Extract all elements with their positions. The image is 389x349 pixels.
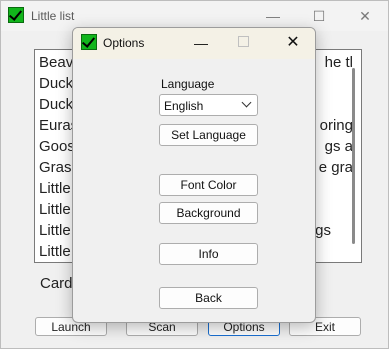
list-scrollbar[interactable]	[352, 68, 355, 244]
language-select[interactable]: English	[159, 94, 258, 116]
list-item[interactable]: Little	[39, 222, 71, 243]
dialog-minimize-button[interactable]: —	[191, 34, 211, 52]
dialog-maximize-button	[238, 36, 249, 47]
info-button[interactable]: Info	[159, 243, 258, 265]
list-item[interactable]: Goos	[39, 138, 75, 159]
list-item-tail: he tl	[324, 54, 353, 71]
card-label: Card	[40, 275, 73, 292]
chevron-down-icon	[241, 97, 252, 108]
close-button[interactable]: ✕	[342, 1, 388, 31]
list-item-tail: gs	[315, 222, 331, 239]
dialog-close-button[interactable]: ✕	[283, 33, 303, 53]
list-item-tail: e gra	[318, 159, 353, 176]
checkmark-app-icon	[8, 7, 24, 23]
list-item[interactable]: Duck	[39, 75, 73, 96]
back-button[interactable]: Back	[159, 287, 258, 309]
language-label: Language	[161, 77, 215, 91]
dialog-title: Options	[103, 36, 145, 50]
language-selected-value: English	[164, 99, 204, 113]
list-item[interactable]: Little	[39, 180, 71, 201]
dialog-titlebar[interactable]: Options — ✕	[73, 28, 315, 59]
set-language-button[interactable]: Set Language	[159, 124, 258, 146]
list-item[interactable]: Little	[39, 243, 71, 262]
main-window-title: Little list	[31, 9, 75, 23]
list-item-tail: gs a	[324, 138, 353, 155]
checkmark-app-icon	[81, 34, 97, 50]
list-item[interactable]: Little	[39, 201, 71, 222]
background-button[interactable]: Background	[159, 202, 258, 224]
options-dialog: Options — ✕ Language English Set Languag…	[72, 27, 316, 323]
list-item-tail: oring	[319, 117, 353, 134]
list-item[interactable]: Duck	[39, 96, 73, 117]
font-color-button[interactable]: Font Color	[159, 174, 258, 196]
